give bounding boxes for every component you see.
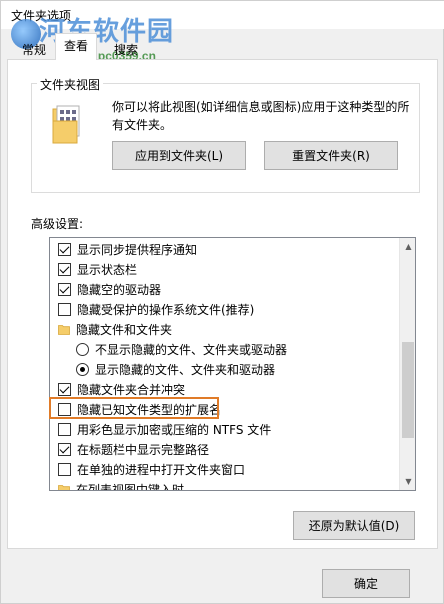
reset-folders-button[interactable]: 重置文件夹(R) (264, 141, 398, 170)
checkbox-unchecked[interactable] (58, 402, 71, 416)
settings-row-label: 不显示隐藏的文件、文件夹或驱动器 (95, 342, 288, 357)
restore-defaults-button[interactable]: 还原为默认值(D) (293, 511, 415, 540)
settings-row[interactable]: 在单独的进程中打开文件夹窗口 (58, 459, 245, 479)
settings-row-label: 隐藏空的驱动器 (77, 282, 162, 297)
ok-button[interactable]: 确定 (322, 569, 410, 598)
settings-row[interactable]: 在列表视图中键入时 (58, 479, 185, 491)
folder-view-icon (51, 105, 81, 145)
folder-views-description: 你可以将此视图(如详细信息或图标)应用于这种类型的所 有文件夹。 (112, 98, 412, 134)
checkbox-unchecked[interactable] (58, 302, 71, 316)
settings-row[interactable]: 显示状态栏 (58, 259, 137, 279)
radio-unselected[interactable] (76, 342, 89, 356)
radio-selected[interactable] (76, 362, 89, 376)
checkbox-checked[interactable] (58, 242, 71, 256)
scroll-down-icon[interactable]: ▼ (400, 473, 415, 490)
settings-row[interactable]: 用彩色显示加密或压缩的 NTFS 文件 (58, 419, 271, 439)
settings-row-label: 显示状态栏 (77, 262, 138, 277)
advanced-settings-list[interactable]: 显示同步提供程序通知 显示状态栏隐藏空的驱动器隐藏受保护的操作系统文件(推荐) 隐藏… (49, 237, 416, 491)
folder-views-title: 文件夹视图 (37, 76, 104, 93)
settings-row-label: 在单独的进程中打开文件夹窗口 (77, 462, 246, 477)
tab-strip: 常规 查看 搜索 (7, 29, 437, 61)
tab-view[interactable]: 查看 (55, 33, 98, 60)
checkbox-checked[interactable] (58, 382, 71, 396)
description-line: 有文件夹。 (112, 118, 173, 132)
folder-icon (58, 484, 70, 490)
settings-row-label: 隐藏文件和文件夹 (76, 322, 173, 337)
apply-to-folders-button[interactable]: 应用到文件夹(L) (112, 141, 246, 170)
settings-row-label: 显示同步提供程序通知 (77, 242, 198, 257)
advanced-settings-label: 高级设置: (31, 217, 84, 231)
advanced-settings-items: 显示同步提供程序通知 显示状态栏隐藏空的驱动器隐藏受保护的操作系统文件(推荐) 隐藏… (50, 238, 399, 491)
scroll-up-icon[interactable]: ▲ (400, 238, 415, 255)
window-title: 文件夹选项 (11, 9, 72, 23)
description-line: 你可以将此视图(如详细信息或图标)应用于这种类型的所 (112, 100, 410, 114)
folder-icon (58, 324, 70, 335)
tab-general[interactable]: 常规 (13, 37, 55, 59)
checkbox-checked[interactable] (58, 282, 71, 296)
folder-options-dialog: 文件夹选项 河东软件园 www.pc0359.cn 常规 查看 搜索 文件夹视图… (0, 0, 444, 604)
settings-row-label: 显示隐藏的文件、文件夹和驱动器 (95, 362, 276, 377)
settings-row[interactable]: 显示同步提供程序通知 (58, 239, 197, 259)
settings-row-label: 在列表视图中键入时 (76, 482, 185, 491)
settings-row-label: 隐藏已知文件类型的扩展名 (77, 402, 222, 417)
settings-row-label: 用彩色显示加密或压缩的 NTFS 文件 (77, 422, 272, 437)
settings-row[interactable]: 隐藏已知文件类型的扩展名 (58, 399, 221, 419)
tab-search[interactable]: 搜索 (105, 37, 147, 59)
settings-row[interactable]: 隐藏文件和文件夹 (58, 319, 172, 339)
vertical-scrollbar[interactable]: ▲ ▼ (399, 238, 415, 490)
settings-row[interactable]: 显示隐藏的文件、文件夹和驱动器 (76, 359, 275, 379)
settings-row[interactable]: 在标题栏中显示完整路径 (58, 439, 209, 459)
title-bar[interactable]: 文件夹选项 (1, 1, 444, 29)
checkbox-checked[interactable] (58, 442, 71, 456)
settings-row[interactable]: 隐藏文件夹合并冲突 (58, 379, 185, 399)
scroll-thumb[interactable] (402, 342, 414, 438)
settings-row-label: 在标题栏中显示完整路径 (77, 442, 210, 457)
checkbox-unchecked[interactable] (58, 422, 71, 436)
settings-row-label: 隐藏文件夹合并冲突 (77, 382, 186, 397)
settings-row[interactable]: 隐藏受保护的操作系统文件(推荐) (58, 299, 254, 319)
checkbox-unchecked[interactable] (58, 462, 71, 476)
settings-row[interactable]: 不显示隐藏的文件、文件夹或驱动器 (76, 339, 287, 359)
checkbox-checked[interactable] (58, 262, 71, 276)
settings-row[interactable]: 隐藏空的驱动器 (58, 279, 161, 299)
settings-row-label: 隐藏受保护的操作系统文件(推荐) (77, 302, 255, 317)
